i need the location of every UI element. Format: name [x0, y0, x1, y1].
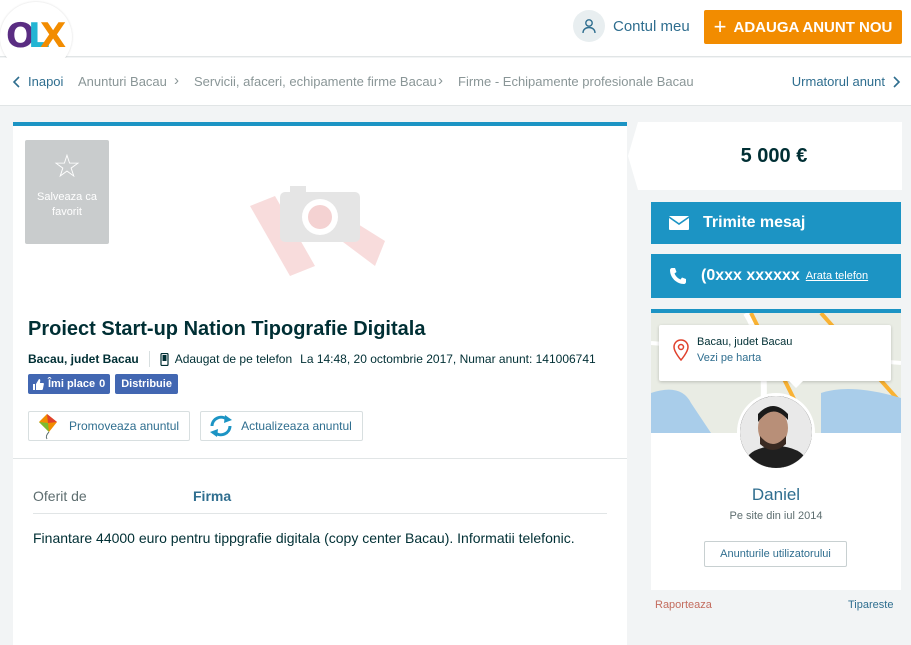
ad-details-row: Oferit de Firma [33, 476, 607, 514]
no-photo-icon [250, 186, 385, 276]
refresh-ad-label: Actualizeaza anuntul [241, 419, 352, 433]
promote-ad-button[interactable]: Promoveaza anuntul [28, 411, 191, 441]
phone-icon [670, 268, 686, 284]
chevron-left-icon [12, 75, 20, 88]
divider [13, 458, 627, 459]
like-label: Îmi place [48, 378, 96, 390]
ad-date-info: La 14:48, 20 octombrie 2017, Numar anunt… [300, 352, 596, 366]
save-favorite-button[interactable]: ☆ Salveaza ca favorit [25, 140, 109, 244]
breadcrumb-item-category[interactable]: Servicii, afaceri, echipamente firme Bac… [194, 74, 437, 89]
kite-icon [39, 414, 57, 440]
ad-location: Bacau, judet Bacau [28, 352, 139, 366]
divider [148, 351, 150, 367]
back-label: Inapoi [28, 74, 64, 89]
user-photo [740, 396, 812, 468]
user-avatar[interactable] [737, 393, 815, 471]
user-card: Bacau, judet Bacau Vezi pe harta Daniel … [651, 309, 901, 590]
account-label: Contul meu [613, 17, 690, 35]
social-buttons: Îmi place 0 Distribuie [28, 374, 178, 394]
print-link[interactable]: Tipareste [848, 599, 893, 611]
detail-value[interactable]: Firma [193, 488, 231, 504]
star-icon: ☆ [52, 148, 82, 184]
detail-key: Oferit de [33, 488, 87, 504]
next-ad-label: Urmatorul anunt [791, 74, 885, 89]
thumbs-up-icon [33, 378, 44, 390]
share-label: Distribuie [121, 378, 172, 390]
ad-main-card: ☆ Salveaza ca favorit Proiect Start-up N… [13, 122, 627, 645]
chevron-right-icon: › [174, 72, 179, 89]
ad-title: Proiect Start-up Nation Tipografie Digit… [28, 318, 426, 340]
price-box: 5 000 € [628, 122, 902, 190]
breadcrumb: Inapoi Anunturi Bacau › Servicii, afacer… [0, 58, 911, 106]
view-on-map-link[interactable]: Vezi pe harta [697, 352, 761, 364]
chevron-right-icon: › [438, 72, 443, 89]
breadcrumb-item-subcategory[interactable]: Firme - Echipamente profesionale Bacau [458, 74, 694, 89]
back-link[interactable]: Inapoi [12, 74, 63, 89]
added-via: Adaugat de pe telefon [174, 352, 293, 366]
refresh-ad-button[interactable]: Actualizeaza anuntul [200, 411, 363, 441]
facebook-like-button[interactable]: Îmi place 0 [28, 374, 111, 394]
map-city: Bacau, judet Bacau [697, 336, 793, 348]
refresh-icon [210, 415, 233, 437]
user-name[interactable]: Daniel [651, 485, 901, 505]
show-phone-link[interactable]: Arata telefon [806, 270, 868, 282]
ad-description: Finantare 44000 euro pentru tippgrafie d… [33, 530, 575, 546]
like-count: 0 [99, 378, 106, 390]
ad-price: 5 000 € [740, 144, 808, 167]
chevron-right-icon [893, 75, 901, 88]
map-pin-icon [673, 339, 689, 361]
user-ads-button[interactable]: Anunturile utilizatorului [704, 541, 847, 567]
popup-arrow [789, 381, 803, 388]
save-favorite-label: Salveaza ca favorit [37, 191, 97, 218]
post-ad-button[interactable]: + ADAUGA ANUNT NOU [704, 10, 902, 44]
report-link[interactable]: Raporteaza [655, 599, 712, 611]
breadcrumb-item-city[interactable]: Anunturi Bacau [78, 74, 167, 89]
send-message-label: Trimite mesaj [703, 214, 806, 231]
mobile-phone-icon [160, 352, 169, 366]
next-ad-link[interactable]: Urmatorul anunt [792, 74, 901, 89]
envelope-icon [669, 216, 689, 230]
account-link[interactable]: Contul meu [573, 10, 690, 42]
map-location-popup: Bacau, judet Bacau Vezi pe harta [659, 325, 891, 388]
user-icon [573, 10, 605, 42]
ad-actions: Promoveaza anuntul Actualizeaza anuntul [28, 411, 363, 441]
plus-icon: + [713, 14, 727, 39]
facebook-share-button[interactable]: Distribuie [115, 374, 178, 394]
show-phone-button[interactable]: (0xxx xxxxxx Arata telefon [651, 254, 901, 298]
top-header: O L X Contul meu + ADAUGA ANUNT NOU [0, 0, 911, 72]
user-member-since: Pe site din iul 2014 [729, 510, 823, 522]
post-ad-label: ADAUGA ANUNT NOU [733, 18, 893, 36]
phone-number-masked: (0xxx xxxxxx [701, 267, 800, 284]
ad-meta: Bacau, judet Bacau Adaugat de pe telefon… [28, 351, 596, 367]
promote-ad-label: Promoveaza anuntul [69, 419, 180, 433]
send-message-button[interactable]: Trimite mesaj [651, 202, 901, 244]
